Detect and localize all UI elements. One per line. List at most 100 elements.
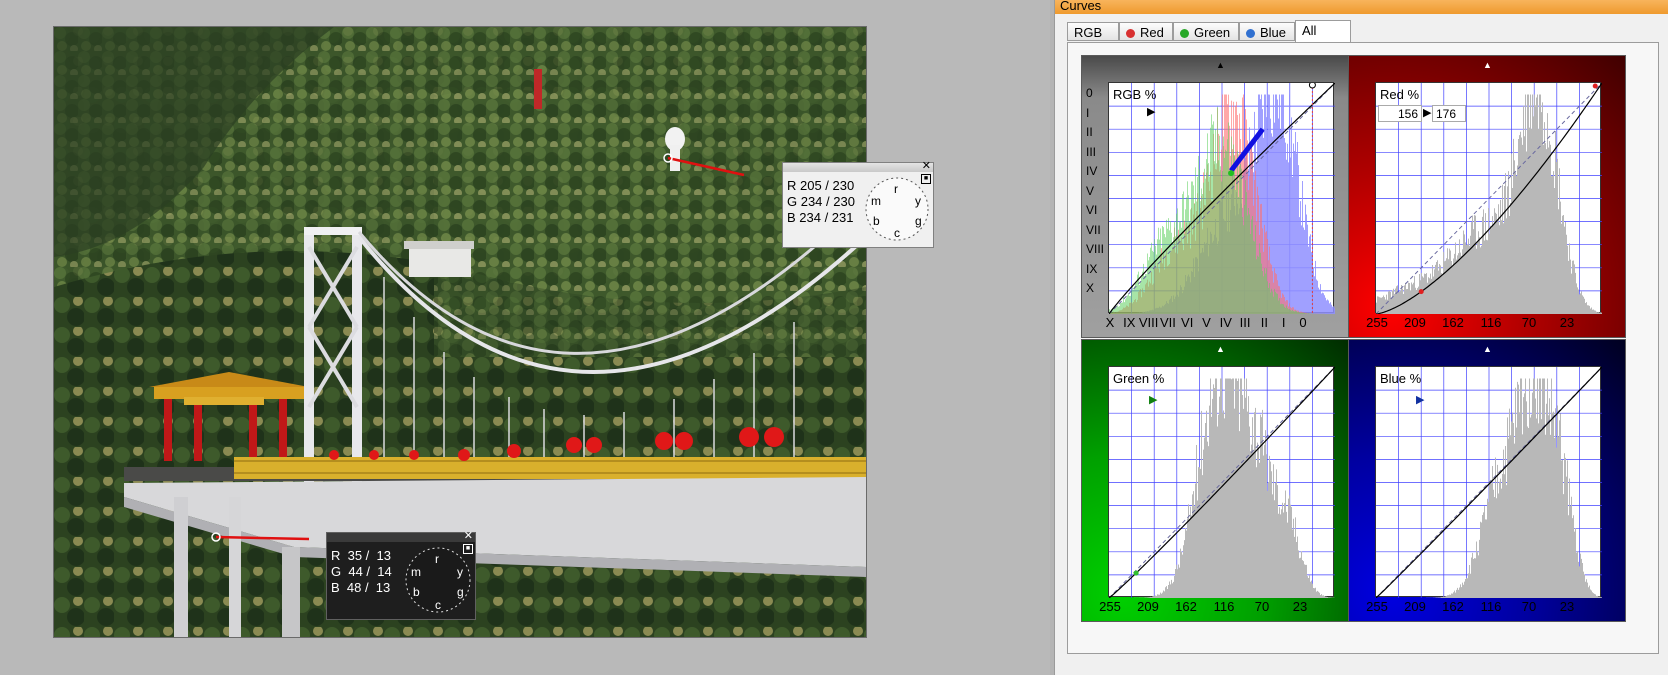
curve-plot-green[interactable]: Green % ▶ — [1108, 366, 1335, 598]
tick-label: 70 — [1521, 315, 1537, 330]
input-value-field[interactable]: 156 — [1378, 105, 1422, 122]
tick-label: 162 — [1442, 315, 1464, 330]
probe-titlebar[interactable] — [327, 533, 475, 542]
tab-rgb[interactable]: RGB — [1067, 22, 1119, 41]
tick-label: 23 — [1292, 599, 1308, 614]
svg-text:r: r — [435, 552, 439, 566]
tick-label: I — [1281, 315, 1286, 330]
tab-label: Red — [1140, 25, 1164, 40]
tick-label: 0 — [1299, 315, 1307, 330]
svg-text:c: c — [435, 598, 441, 612]
curve-graph-blue: ▲ Blue % ▶ 255 209 162 116 70 23 — [1348, 339, 1626, 622]
green-x-ticks: 255 209 162 116 70 23 — [1096, 599, 1344, 615]
svg-text:y: y — [457, 565, 463, 579]
tick-label: 116 — [1480, 599, 1502, 614]
tab-red[interactable]: Red — [1119, 22, 1173, 41]
tab-label: All — [1302, 23, 1317, 38]
curve-svg-blue — [1376, 367, 1602, 598]
probe-titlebar[interactable] — [783, 163, 933, 172]
probe-red-value: R 35 / 13 — [331, 548, 391, 563]
tick-label: 162 — [1175, 599, 1197, 614]
curves-panel: Curves RGB Red Green Blue All ▲ 0 I II III I… — [1054, 0, 1668, 675]
tick-label: VI — [1181, 315, 1194, 330]
tick-label: II — [1260, 315, 1269, 330]
svg-text:g: g — [457, 585, 464, 599]
tick-label: VIII — [1138, 315, 1159, 330]
curve-graph-red: ▲ Red % 156 ▶ 176 255 209 162 116 70 23 — [1348, 55, 1626, 338]
curve-point — [1418, 289, 1424, 295]
collapse-arrow-icon[interactable]: ▲ — [1216, 60, 1225, 70]
curve-graph-rgb: ▲ 0 I II III IV V VI VII VIII IX X RGB % ▶ X IX VIII… — [1081, 55, 1359, 338]
close-icon[interactable]: ✕ — [464, 531, 473, 542]
color-wheel-icon: r y g c b m — [405, 547, 471, 613]
blue-x-ticks: 255 209 162 116 70 23 — [1363, 599, 1611, 615]
curve-point — [1228, 170, 1235, 177]
tab-green[interactable]: Green — [1173, 22, 1239, 41]
tab-blue[interactable]: Blue — [1239, 22, 1295, 41]
tab-content-all: ▲ 0 I II III IV V VI VII VIII IX X RGB % ▶ X IX VIII… — [1067, 42, 1659, 654]
color-probe-lower[interactable]: ✕ ■ R 35 / 13 G 44 / 14 B 48 / 13 r y g … — [326, 531, 476, 620]
svg-text:y: y — [915, 194, 921, 208]
collapse-arrow-icon[interactable]: ▲ — [1483, 344, 1492, 354]
tick-label: 70 — [1254, 599, 1270, 614]
blue-dot-icon — [1246, 29, 1255, 38]
collapse-arrow-icon[interactable]: ▲ — [1216, 344, 1225, 354]
tick-label: III — [1086, 144, 1097, 159]
graph-label: Green % — [1113, 371, 1165, 386]
tab-all[interactable]: All — [1295, 20, 1351, 43]
probe-green-value: G 234 / 230 — [787, 194, 855, 209]
tick-label: IV — [1219, 315, 1232, 330]
tick-label: 209 — [1137, 599, 1159, 614]
curve-plot-blue[interactable]: Blue % ▶ — [1375, 366, 1602, 598]
tick-label: VI — [1086, 203, 1098, 217]
tick-label: 255 — [1099, 599, 1121, 614]
svg-text:m: m — [871, 194, 881, 208]
probe-red-value: R 205 / 230 — [787, 178, 855, 193]
svg-text:c: c — [894, 226, 900, 240]
play-arrow-icon[interactable]: ▶ — [1149, 393, 1157, 406]
play-arrow-icon[interactable]: ▶ — [1147, 105, 1155, 118]
close-icon[interactable]: ✕ — [922, 161, 931, 172]
tick-label: 209 — [1404, 599, 1426, 614]
tick-label: 116 — [1480, 315, 1502, 330]
curve-graph-green: ▲ Green % ▶ 255 209 162 116 70 23 — [1081, 339, 1359, 622]
probe-blue-value: B 234 / 231 — [787, 210, 854, 225]
graph-label: RGB % — [1113, 87, 1157, 102]
svg-text:b: b — [413, 585, 420, 599]
tick-label: VIII — [1086, 242, 1105, 256]
play-arrow-icon[interactable]: ▶ — [1416, 393, 1424, 406]
tick-label: VII — [1086, 222, 1101, 237]
tick-label: 23 — [1559, 599, 1575, 614]
tick-label: II — [1086, 125, 1093, 139]
curve-svg-green — [1109, 367, 1335, 598]
rgb-x-ticks: X IX VIII VII VI V IV III II I 0 — [1096, 315, 1344, 331]
svg-text:g: g — [915, 214, 922, 228]
output-value-field[interactable]: 176 — [1432, 105, 1466, 122]
color-probe-upper[interactable]: ✕ ■ R 205 / 230 G 234 / 230 B 234 / 231 … — [782, 161, 934, 248]
curve-plot-red[interactable]: Red % 156 ▶ 176 — [1375, 82, 1602, 314]
curve-plot-rgb[interactable]: RGB % ▶ — [1108, 82, 1335, 314]
probe-green-value: G 44 / 14 — [331, 564, 392, 579]
tick-label: 23 — [1559, 315, 1575, 330]
tick-label: 0 — [1086, 86, 1093, 100]
tick-label: VII — [1159, 315, 1176, 330]
collapse-arrow-icon[interactable]: ▲ — [1483, 60, 1492, 70]
tick-label: III — [1239, 315, 1251, 330]
svg-text:b: b — [873, 214, 880, 228]
play-arrow-icon: ▶ — [1423, 107, 1432, 119]
tick-label: 255 — [1366, 315, 1388, 330]
tab-label: Green — [1194, 25, 1231, 40]
curve-point — [1133, 570, 1139, 576]
tick-label: X — [1086, 281, 1095, 295]
tick-label: 209 — [1404, 315, 1426, 330]
curve-svg-rgb — [1109, 83, 1335, 314]
curve-endpoint — [1592, 83, 1598, 89]
tick-label: 116 — [1213, 599, 1235, 614]
image-canvas[interactable]: ✕ ■ R 205 / 230 G 234 / 230 B 234 / 231 … — [0, 0, 1050, 675]
tick-label: V — [1202, 315, 1211, 330]
color-wheel-icon: r y g c b m — [865, 177, 929, 241]
graph-label: Blue % — [1380, 371, 1422, 386]
tick-label: V — [1086, 183, 1095, 198]
probe-blue-value: B 48 / 13 — [331, 580, 391, 595]
panel-title[interactable]: Curves — [1055, 0, 1668, 14]
